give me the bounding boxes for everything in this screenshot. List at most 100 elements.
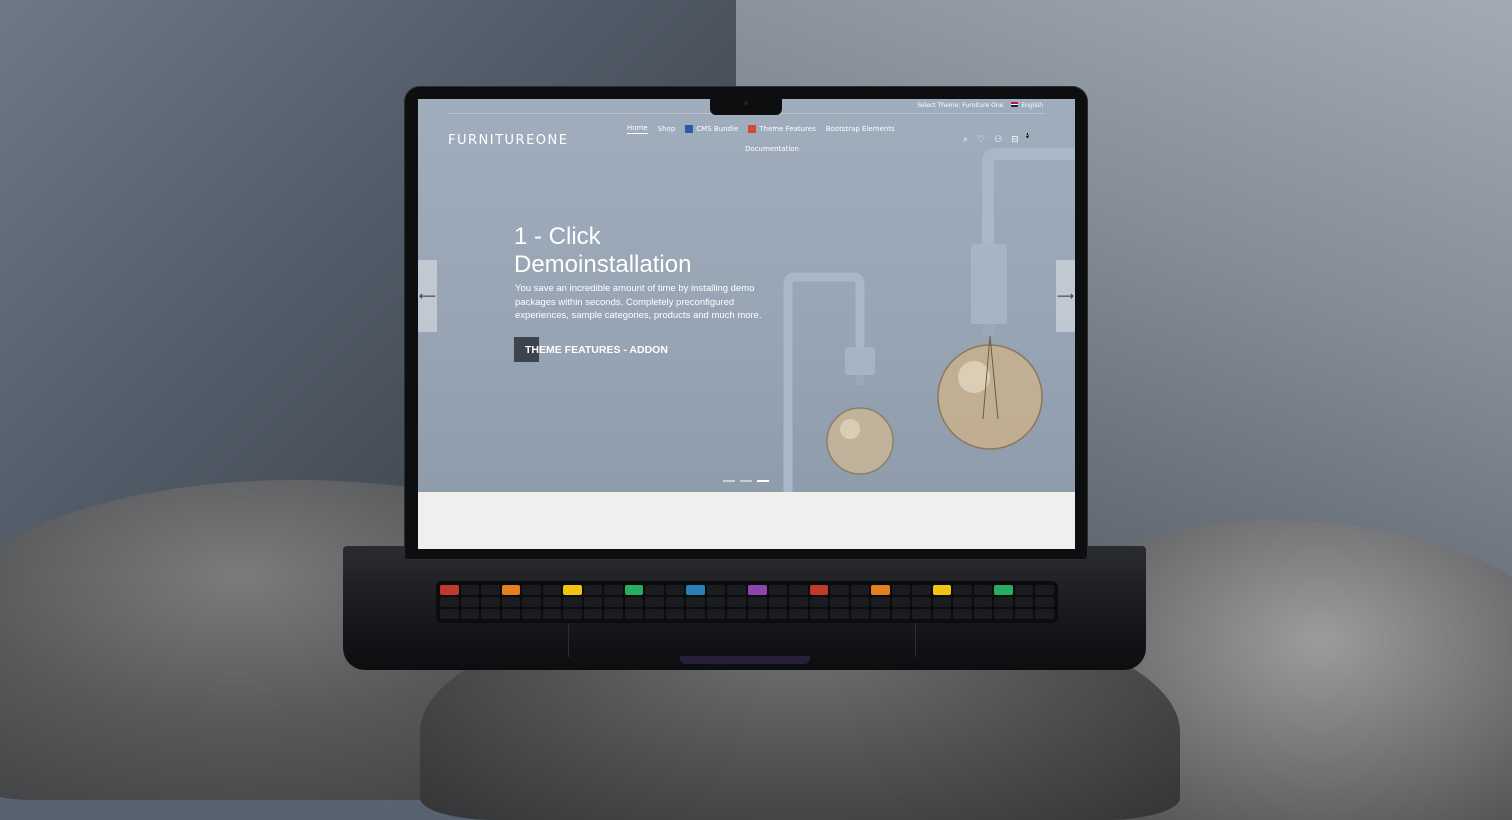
keyboard-key xyxy=(809,597,829,607)
keyboard-key xyxy=(665,609,685,619)
keyboard-key xyxy=(460,609,480,619)
nav-cms-bundle[interactable]: CMS Bundle xyxy=(685,125,738,133)
site-logo[interactable]: FURNITUREONE xyxy=(448,133,568,148)
main-nav: Home Shop CMS Bundle Theme Features Boot… xyxy=(627,124,917,153)
keyboard-key xyxy=(686,597,705,607)
theme-features-button[interactable]: THEME FEATURES - ADDON xyxy=(514,337,668,362)
keyboard-key xyxy=(1014,609,1034,619)
keyboard-key xyxy=(891,585,911,595)
nav-shop[interactable]: Shop xyxy=(658,125,676,133)
keyboard-key xyxy=(460,597,480,607)
topbar: Select Theme: Furniture One English xyxy=(917,102,1043,109)
keyboard-key xyxy=(994,609,1013,619)
keyboard-key xyxy=(768,597,788,607)
keyboard-key xyxy=(871,609,890,619)
keyboard-key xyxy=(789,585,808,595)
heart-icon[interactable]: ♡ xyxy=(977,135,985,145)
keyboard-key xyxy=(706,597,726,607)
keyboard-key xyxy=(501,609,521,619)
lamp-image xyxy=(783,148,1075,492)
keyboard-key xyxy=(624,609,644,619)
cms-bundle-icon xyxy=(685,125,694,133)
keyboard-key xyxy=(1014,597,1034,607)
slider-dot[interactable] xyxy=(723,480,735,482)
keyboard-key xyxy=(932,609,952,619)
camera-icon xyxy=(744,101,748,105)
keyboard-key xyxy=(583,609,603,619)
laptop-lip xyxy=(680,656,810,664)
keyboard-key xyxy=(973,585,993,595)
keyboard-key xyxy=(809,585,829,595)
keyboard-key xyxy=(830,585,849,595)
keyboard-key xyxy=(440,609,459,619)
arrow-left-icon: ⟵ xyxy=(418,289,437,303)
keyboard-key xyxy=(932,585,952,595)
keyboard-key xyxy=(747,609,767,619)
keyboard-key xyxy=(624,597,644,607)
keyboard-key xyxy=(912,585,931,595)
arrow-right-icon: ⟶ xyxy=(1056,289,1075,303)
nav-home[interactable]: Home xyxy=(627,124,648,134)
keyboard-key xyxy=(563,585,582,595)
keyboard-key xyxy=(460,585,480,595)
user-icon[interactable]: ⚇ xyxy=(994,135,1002,145)
keyboard-key xyxy=(932,597,952,607)
keyboard-key xyxy=(727,597,746,607)
cta-label: THEME FEATURES - ADDON xyxy=(525,343,668,356)
keyboard-key xyxy=(583,585,603,595)
cart-icon[interactable]: ⊟ 0 xyxy=(1011,132,1029,145)
hero-slider: Select Theme: Furniture One English FURN… xyxy=(418,99,1075,492)
keyboard-key xyxy=(440,585,459,595)
keyboard-key xyxy=(604,585,623,595)
slider-dot[interactable] xyxy=(740,480,752,482)
keyboard-key xyxy=(747,585,767,595)
keyboard-key xyxy=(973,597,993,607)
language-select[interactable]: English xyxy=(1011,102,1043,109)
keyboard-key xyxy=(481,609,500,619)
laptop-keyboard xyxy=(436,581,1058,623)
keyboard-key xyxy=(563,597,582,607)
nav-documentation[interactable]: Documentation xyxy=(745,145,799,153)
keyboard-key xyxy=(994,597,1013,607)
search-icon[interactable]: ⌕ xyxy=(963,135,968,145)
laptop-screen: Select Theme: Furniture One English FURN… xyxy=(418,99,1075,549)
header-icons: ⌕ ♡ ⚇ ⊟ 0 xyxy=(963,132,1029,145)
keyboard-key xyxy=(706,585,726,595)
slider-dots xyxy=(723,480,769,482)
keyboard-key xyxy=(953,597,972,607)
keyboard-key xyxy=(912,609,931,619)
keyboard-key xyxy=(1035,585,1054,595)
keyboard-key xyxy=(706,609,726,619)
keyboard-key xyxy=(994,585,1013,595)
keyboard-key xyxy=(522,585,541,595)
keyboard-key xyxy=(891,609,911,619)
keyboard-key xyxy=(624,585,644,595)
keyboard-key xyxy=(665,597,685,607)
slider-dot[interactable] xyxy=(757,480,769,482)
keyboard-key xyxy=(501,585,521,595)
theme-features-icon xyxy=(748,125,757,133)
theme-select[interactable]: Select Theme: Furniture One xyxy=(917,102,1003,109)
keyboard-key xyxy=(891,597,911,607)
keyboard-key xyxy=(830,597,849,607)
keyboard-key xyxy=(747,597,767,607)
keyboard-key xyxy=(1014,585,1034,595)
slide-description: You save an incredible amount of time by… xyxy=(515,283,762,321)
keyboard-key xyxy=(665,585,685,595)
keyboard-key xyxy=(912,597,931,607)
slide-title-line1: 1 - Click xyxy=(514,223,601,250)
nav-theme-features[interactable]: Theme Features xyxy=(748,125,816,133)
keyboard-key xyxy=(727,585,746,595)
keyboard-key xyxy=(542,585,562,595)
keyboard-key xyxy=(953,609,972,619)
nav-bootstrap-elements[interactable]: Bootstrap Elements xyxy=(826,125,895,133)
keyboard-key xyxy=(440,597,459,607)
slider-next-button[interactable]: ⟶ xyxy=(1056,260,1075,332)
slide-title-line2: Demoinstallation xyxy=(514,251,692,278)
slider-prev-button[interactable]: ⟵ xyxy=(418,260,437,332)
keyboard-key xyxy=(645,585,664,595)
keyboard-key xyxy=(686,609,705,619)
slide-title: 1 - Click Demoinstallation xyxy=(514,223,691,279)
keyboard-key xyxy=(727,609,746,619)
keyboard-key xyxy=(953,585,972,595)
